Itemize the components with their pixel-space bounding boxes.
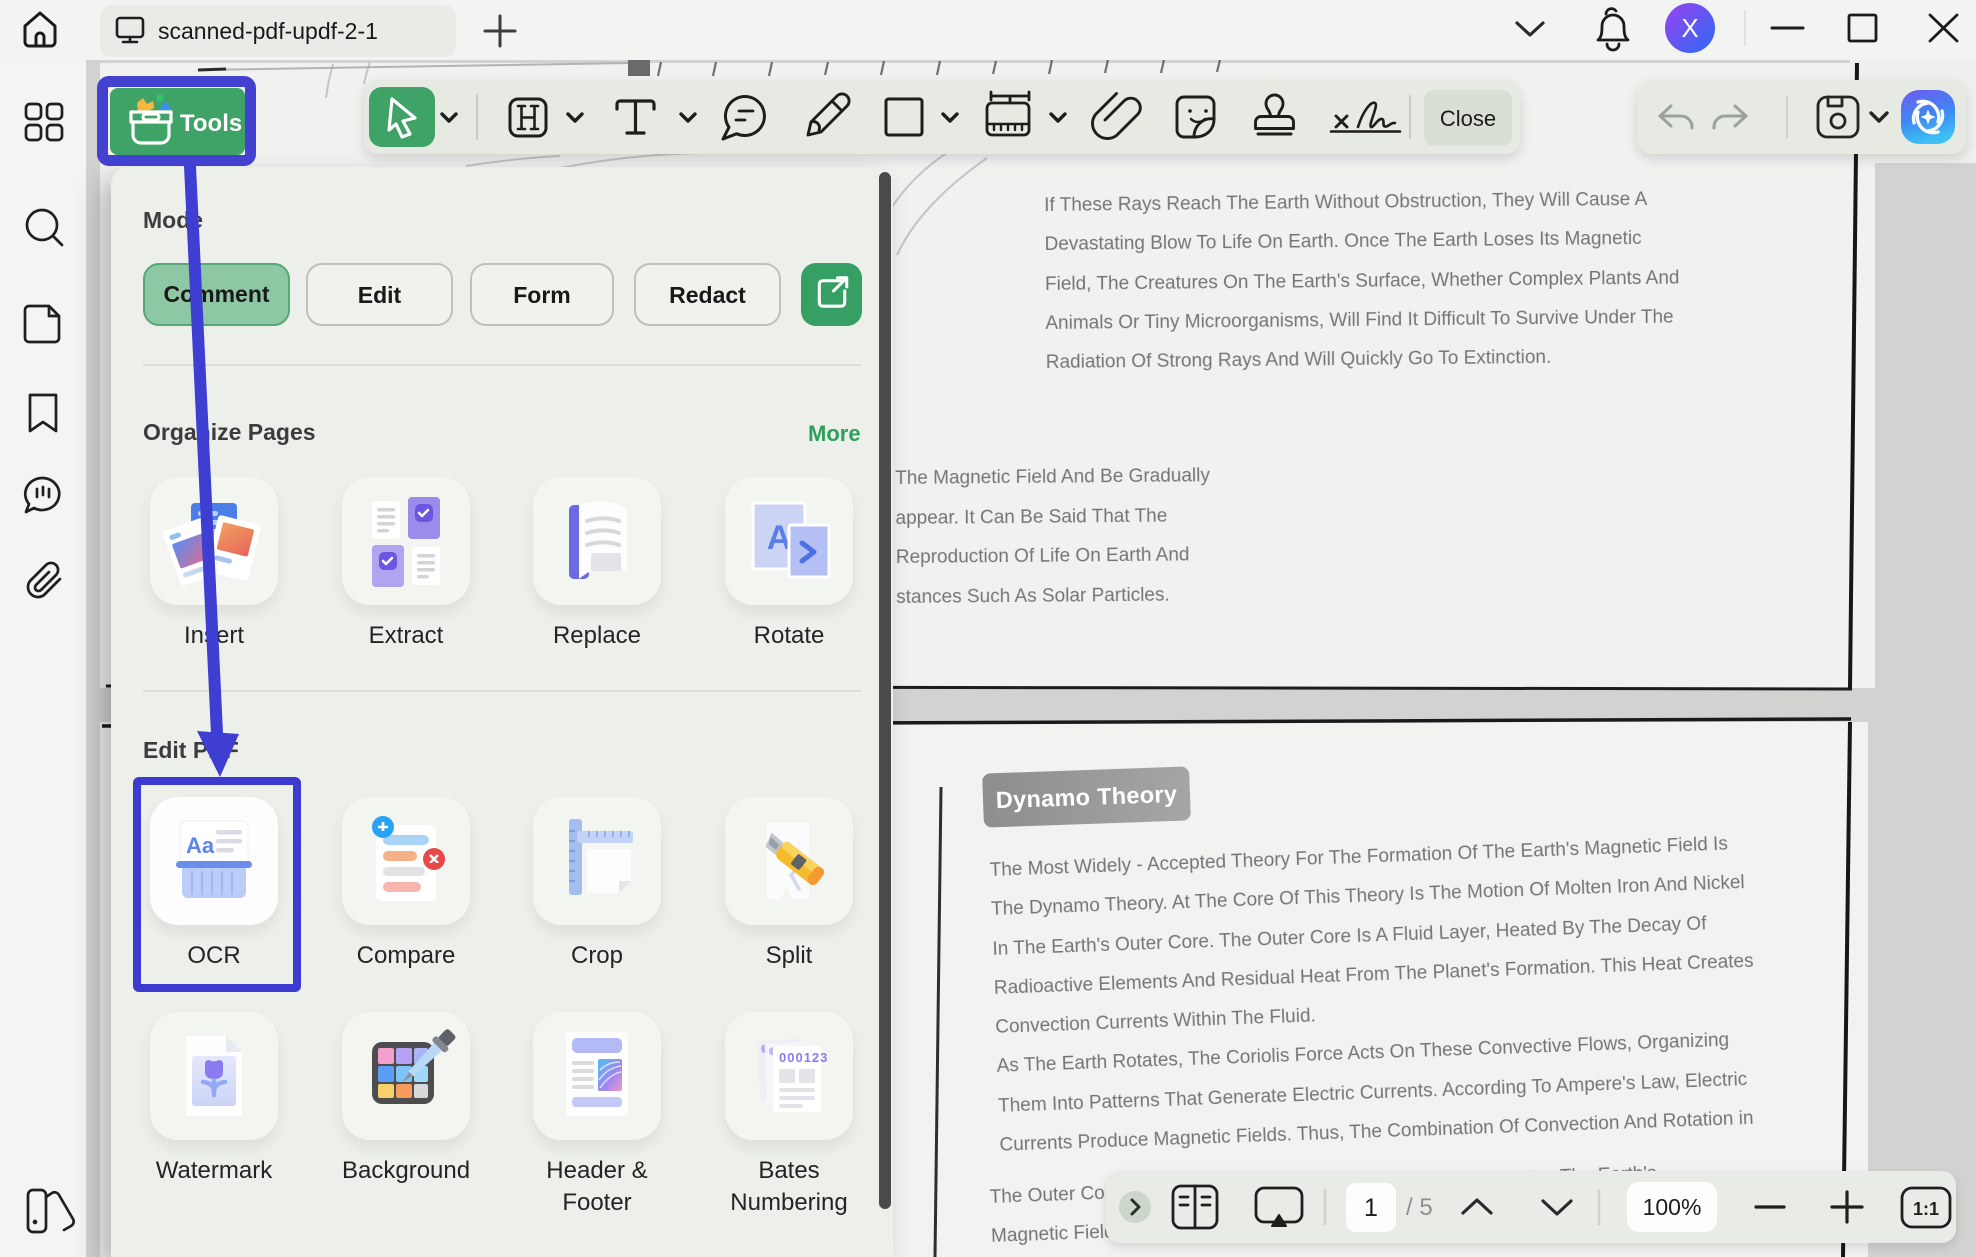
svg-text:/ 5: / 5 <box>1406 1194 1433 1221</box>
svg-text:000123: 000123 <box>779 1050 828 1065</box>
svg-text:100%: 100% <box>1643 1194 1702 1220</box>
svg-text:Close: Close <box>1440 106 1496 131</box>
svg-text:1:1: 1:1 <box>1913 1199 1939 1219</box>
svg-text:X: X <box>1681 13 1698 43</box>
svg-text:1: 1 <box>1364 1194 1378 1222</box>
svg-text:scanned-pdf-updf-2-1: scanned-pdf-updf-2-1 <box>158 18 378 44</box>
svg-text:Tools: Tools <box>180 110 242 137</box>
